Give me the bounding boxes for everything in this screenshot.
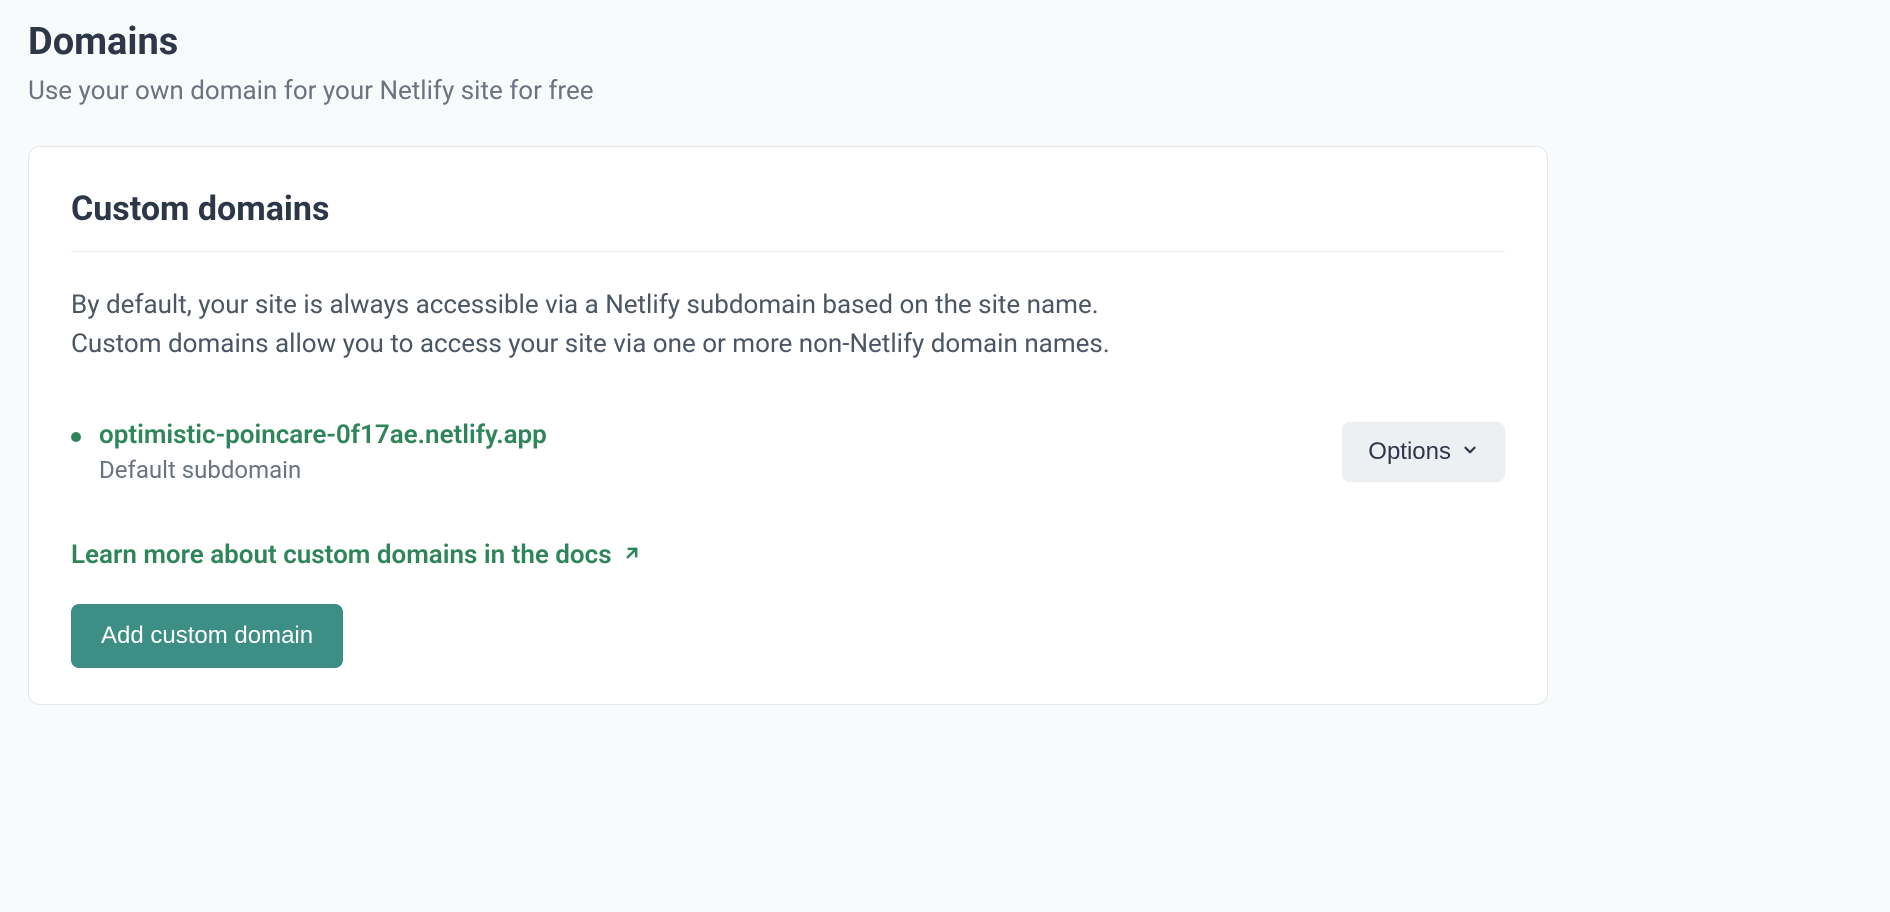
page-title: Domains [28, 20, 1862, 64]
page-subtitle: Use your own domain for your Netlify sit… [28, 76, 1862, 106]
domain-row: optimistic-poincare-0f17ae.netlify.app D… [71, 420, 1505, 484]
card-description: By default, your site is always accessib… [71, 286, 1151, 364]
domain-sublabel: Default subdomain [99, 456, 547, 484]
external-link-icon [622, 540, 642, 570]
chevron-down-icon [1461, 438, 1479, 466]
card-heading: Custom domains [71, 189, 1505, 252]
options-button-label: Options [1368, 438, 1451, 466]
domain-info: optimistic-poincare-0f17ae.netlify.app D… [99, 420, 547, 484]
status-dot-icon [71, 432, 81, 442]
domain-left: optimistic-poincare-0f17ae.netlify.app D… [71, 420, 547, 484]
domain-link[interactable]: optimistic-poincare-0f17ae.netlify.app [99, 420, 547, 450]
docs-link-label: Learn more about custom domains in the d… [71, 540, 612, 570]
add-custom-domain-button[interactable]: Add custom domain [71, 604, 343, 668]
docs-link[interactable]: Learn more about custom domains in the d… [71, 540, 642, 570]
custom-domains-card: Custom domains By default, your site is … [28, 146, 1548, 705]
options-button[interactable]: Options [1342, 422, 1505, 482]
